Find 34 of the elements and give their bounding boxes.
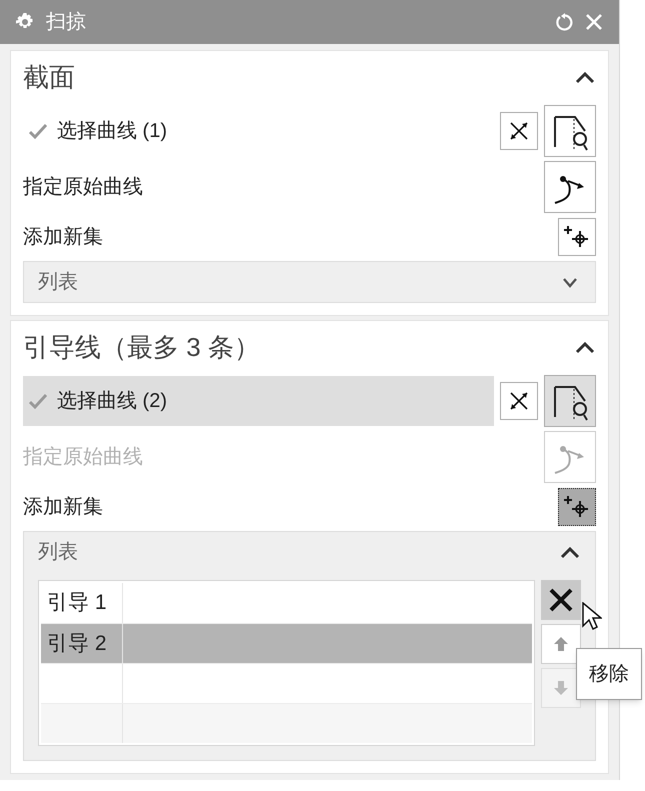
list-label: 列表	[38, 540, 78, 565]
mouse-cursor-icon	[582, 602, 602, 632]
close-icon[interactable]	[585, 13, 603, 31]
field-label: 添加新集	[23, 225, 103, 250]
reverse-direction-button[interactable]	[500, 112, 538, 150]
section-title[interactable]: 截面	[23, 58, 75, 96]
list-row[interactable]: 引导 1	[41, 583, 532, 623]
selection-row[interactable]: 选择曲线 (2)	[23, 376, 494, 426]
selection-label: 选择曲线 (1)	[57, 119, 167, 144]
curve-rule-button[interactable]	[544, 375, 596, 427]
close-icon	[548, 587, 574, 613]
reverse-direction-button[interactable]	[500, 382, 538, 420]
field-label: 指定原始曲线	[23, 445, 143, 470]
tooltip: 移除	[576, 648, 642, 700]
settings-icon[interactable]	[16, 13, 34, 31]
up-arrow-icon	[553, 636, 569, 652]
collapse-chevron-icon[interactable]	[559, 544, 581, 560]
list-header[interactable]: 列表	[24, 262, 595, 302]
add-set-button[interactable]	[558, 218, 596, 256]
field-label: 添加新集	[23, 495, 103, 520]
down-arrow-icon	[553, 680, 569, 696]
move-down-button[interactable]	[541, 668, 581, 708]
field-label: 指定原始曲线	[23, 175, 143, 200]
selection-label: 选择曲线 (2)	[57, 389, 167, 414]
reset-icon[interactable]	[555, 13, 573, 31]
curve-arrow-button[interactable]	[544, 161, 596, 213]
list-label: 列表	[38, 270, 78, 295]
window-title: 扫掠	[46, 10, 87, 35]
collapse-chevron-icon[interactable]	[574, 69, 596, 85]
curve-rule-button[interactable]	[544, 105, 596, 157]
remove-button[interactable]	[541, 580, 581, 620]
add-set-button[interactable]	[558, 488, 596, 526]
collapse-chevron-icon[interactable]	[574, 339, 596, 355]
section-title[interactable]: 引导线（最多 3 条）	[23, 328, 260, 366]
